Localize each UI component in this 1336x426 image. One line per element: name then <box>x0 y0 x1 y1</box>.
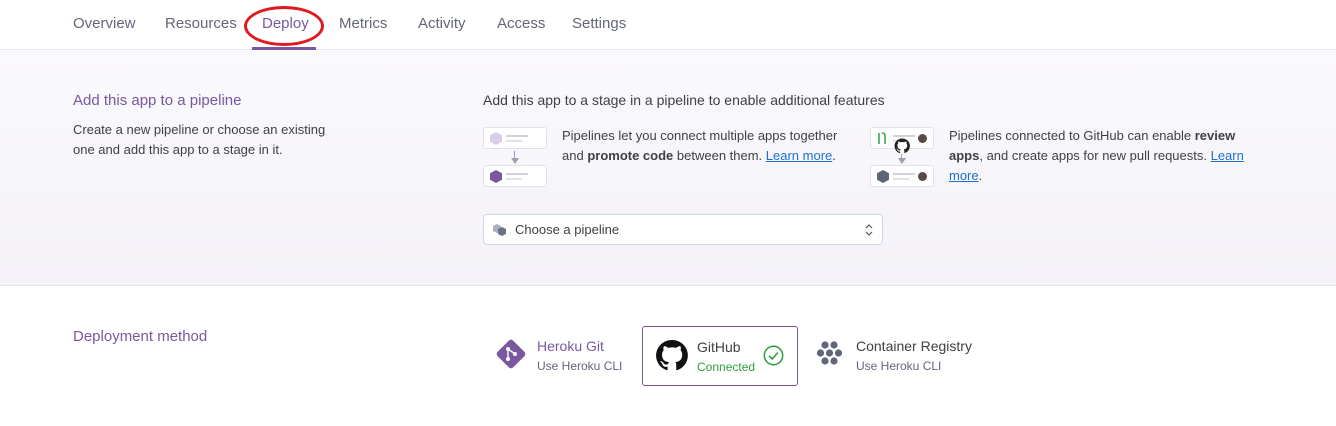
deploy-option-name: Container Registry <box>856 338 972 354</box>
pipeline-stage-card <box>483 127 547 149</box>
arrow-down-icon <box>898 158 906 164</box>
deploy-option-subtitle: Use Heroku CLI <box>537 359 623 373</box>
deployment-method-title: Deployment method <box>73 328 208 345</box>
deploy-option-name: Heroku Git <box>537 338 604 354</box>
deploy-option-name: GitHub <box>697 339 741 355</box>
feature-review-apps-text: Pipelines connected to GitHub can enable… <box>949 128 1244 183</box>
pipeline-illustration <box>483 127 549 189</box>
hexagon-icon <box>490 170 502 183</box>
pipeline-section: Add this app to a pipeline Create a new … <box>0 50 1336 286</box>
hexagon-icon <box>877 170 889 183</box>
tab-access[interactable]: Access <box>497 15 545 32</box>
git-icon <box>496 339 526 369</box>
tab-resources[interactable]: Resources <box>165 15 237 32</box>
deploy-option-subtitle: Use Heroku CLI <box>856 359 942 373</box>
learn-more-link[interactable]: Learn more <box>766 148 832 163</box>
choose-pipeline-select[interactable]: Choose a pipeline <box>483 214 883 245</box>
github-icon <box>656 340 688 371</box>
tab-activity[interactable]: Activity <box>418 15 466 32</box>
avatar <box>918 172 927 181</box>
deploy-option-container-registry[interactable]: Container Registry Use Heroku CLI <box>815 336 985 378</box>
container-registry-icon <box>816 341 843 365</box>
feature-promote-text: Pipelines let you connect multiple apps … <box>562 128 838 163</box>
check-circle-icon <box>763 345 784 366</box>
connected-status: Connected <box>697 360 756 374</box>
pipeline-hexagons-icon <box>493 224 506 236</box>
pipeline-stage-card <box>870 165 934 187</box>
red-circle-annotation <box>244 6 324 46</box>
tab-settings[interactable]: Settings <box>572 15 626 32</box>
avatar <box>918 134 927 143</box>
pipeline-stage-card <box>483 165 547 187</box>
pipeline-section-title: Add this app to a pipeline <box>73 92 242 109</box>
tab-overview[interactable]: Overview <box>73 15 136 32</box>
deploy-option-github[interactable]: GitHub Connected <box>642 326 798 386</box>
hexagon-icon <box>490 132 502 145</box>
github-pipeline-illustration <box>870 127 936 189</box>
pipeline-section-description: Create a new pipeline or choose an exist… <box>73 122 326 157</box>
app-tab-bar: Overview Resources Deploy Metrics Activi… <box>0 0 1336 50</box>
tab-metrics[interactable]: Metrics <box>339 15 387 32</box>
pull-request-icon <box>878 132 886 144</box>
arrow-down-icon <box>511 158 519 164</box>
select-placeholder: Choose a pipeline <box>515 222 620 237</box>
deploy-option-heroku-git[interactable]: Heroku Git Use Heroku CLI <box>494 336 630 378</box>
pipeline-features-heading: Add this app to a stage in a pipeline to… <box>483 92 885 108</box>
chevron-up-down-icon <box>865 224 873 236</box>
github-icon <box>894 138 910 154</box>
